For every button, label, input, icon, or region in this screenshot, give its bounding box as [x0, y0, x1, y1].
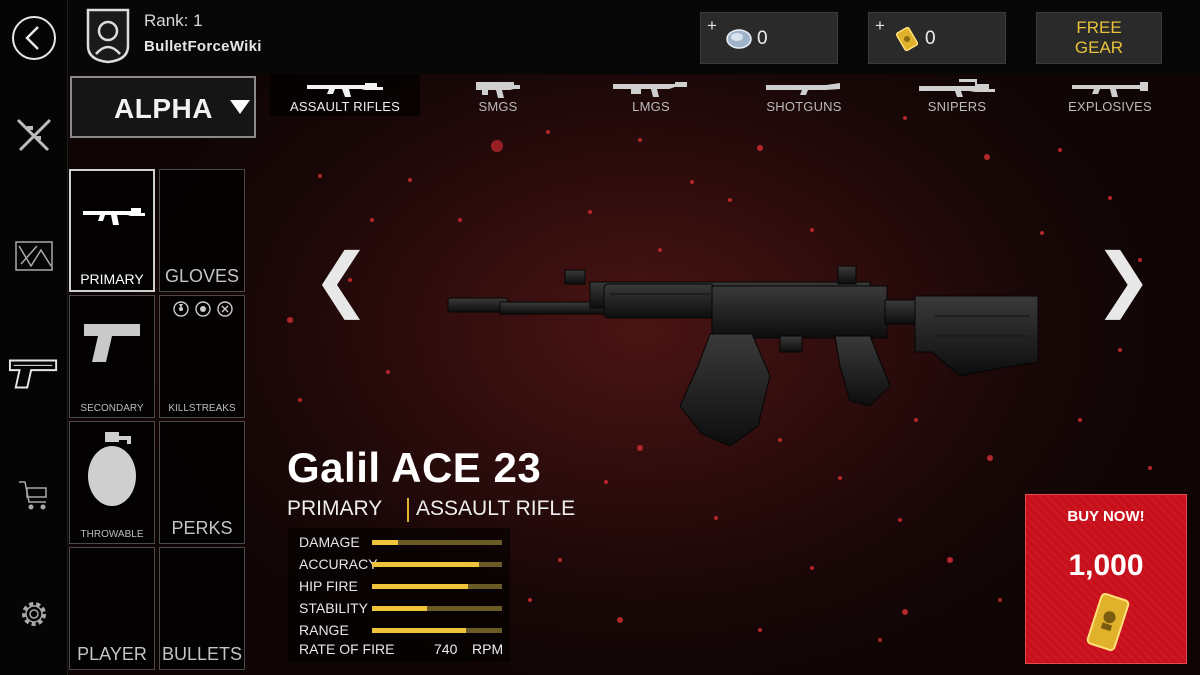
loadout-name: ALPHA — [114, 93, 213, 124]
weapon-category-tabs: ASSAULT RIFLES SMGS LMGS SHOTGUNS SNIPER… — [270, 74, 1200, 116]
add-credits-icon[interactable]: + — [707, 16, 717, 36]
stat-bar-fill — [372, 584, 469, 589]
slot-throwable[interactable]: THROWABLE — [69, 421, 155, 544]
stat-label: ACCURACY — [299, 556, 378, 572]
credits-display[interactable]: + 0 — [700, 12, 838, 64]
slot-label: THROWABLE — [80, 529, 144, 540]
gold-amount: 0 — [925, 28, 936, 49]
slot-label: PRIMARY — [80, 271, 144, 287]
pistol-icon[interactable] — [8, 348, 60, 400]
back-icon[interactable] — [8, 12, 60, 64]
buy-price: 1,000 — [1068, 549, 1144, 582]
rank-label: Rank: 1 — [144, 11, 203, 30]
tab-label: SHOTGUNS — [766, 99, 842, 114]
tab-label: SMGS — [478, 99, 518, 114]
stat-bar-fill — [372, 540, 398, 545]
assault-rifle-icon — [307, 83, 383, 97]
crossed-rifles-icon[interactable] — [8, 108, 60, 160]
grenade-icon — [88, 432, 136, 506]
stat-bar-fill — [372, 628, 466, 633]
tab-label: ASSAULT RIFLES — [290, 99, 400, 114]
slot-label: SECONDARY — [80, 403, 144, 414]
stat-label: RANGE — [299, 622, 349, 638]
free-gear-line1: FREE — [1076, 18, 1122, 37]
sidebar — [0, 0, 68, 675]
stat-bar — [372, 606, 502, 611]
gold-bar-icon — [895, 26, 919, 52]
rate-of-fire-unit: RPM — [472, 641, 504, 657]
slot-bullets[interactable]: BULLETS — [159, 547, 245, 670]
credits-icon — [726, 29, 752, 49]
slot-gloves[interactable]: GLOVES — [159, 169, 245, 292]
tab-label: LMGS — [632, 99, 670, 114]
lmg-icon — [613, 82, 687, 97]
username: BulletForceWiki — [144, 38, 262, 55]
map-icon[interactable] — [8, 230, 60, 282]
slot-player[interactable]: PLAYER — [69, 547, 155, 670]
loadout-dropdown[interactable]: ALPHA — [70, 76, 256, 138]
stat-label: STABILITY — [299, 600, 368, 616]
stat-bar — [372, 584, 502, 589]
stat-bar — [372, 540, 502, 545]
tab-label: EXPLOSIVES — [1068, 99, 1152, 114]
weapon-class: ASSAULT RIFLE — [416, 497, 576, 520]
gold-display[interactable]: + 0 — [868, 12, 1006, 64]
slot-secondary[interactable]: SECONDARY — [69, 295, 155, 418]
smg-icon — [476, 82, 520, 98]
slot-label: PERKS — [171, 518, 233, 538]
killstreak-icons — [173, 301, 233, 317]
free-gear-line2: GEAR — [1074, 38, 1124, 57]
launcher-icon — [1072, 82, 1148, 97]
slot-killstreaks[interactable]: KILLSTREAKS — [159, 295, 245, 418]
stat-bar — [372, 628, 502, 633]
tab-label: SNIPERS — [927, 99, 987, 114]
rank-badge-icon — [86, 8, 130, 64]
weapon-slot-type: PRIMARY — [287, 497, 383, 520]
tab-explosives[interactable]: EXPLOSIVES — [1035, 74, 1185, 116]
gear-icon[interactable] — [8, 588, 60, 640]
slot-primary[interactable]: PRIMARY — [69, 169, 155, 292]
tab-smgs[interactable]: SMGS — [423, 74, 573, 116]
next-weapon-button[interactable]: ❯ — [1094, 238, 1153, 320]
add-gold-icon[interactable]: + — [875, 16, 885, 36]
tab-snipers[interactable]: SNIPERS — [882, 74, 1032, 116]
cart-icon[interactable] — [8, 468, 60, 520]
stat-bar-fill — [372, 606, 427, 611]
tab-shotguns[interactable]: SHOTGUNS — [729, 74, 879, 116]
stat-label: DAMAGE — [299, 534, 360, 550]
weapon-render — [447, 265, 1039, 447]
tab-lmgs[interactable]: LMGS — [576, 74, 726, 116]
divider — [407, 498, 409, 522]
free-gear-button[interactable]: FREE GEAR — [1036, 12, 1162, 64]
rate-of-fire-value: 740 — [434, 641, 458, 657]
slot-label: KILLSTREAKS — [168, 403, 236, 414]
chevron-down-icon — [230, 100, 250, 114]
previous-weapon-button[interactable]: ❮ — [312, 238, 371, 320]
buy-now-button[interactable]: BUY NOW! 1,000 — [1025, 494, 1187, 664]
credits-amount: 0 — [757, 28, 768, 49]
slot-label: PLAYER — [77, 644, 147, 664]
stat-label: HIP FIRE — [299, 578, 358, 594]
top-bar: Rank: 1 BulletForceWiki + 0 + 0 FREE GEA… — [68, 0, 1200, 74]
slot-label: GLOVES — [164, 266, 240, 286]
weapon-stats-panel: DAMAGE ACCURACY HIP FIRE STABILITY RANGE… — [288, 528, 510, 662]
stat-bar-fill — [372, 562, 479, 567]
pistol-icon — [84, 324, 140, 362]
slot-label: BULLETS — [161, 644, 243, 664]
slot-perks[interactable]: PERKS — [159, 421, 245, 544]
sniper-rifle-icon — [919, 79, 995, 97]
weapon-name: Galil ACE 23 — [287, 444, 542, 491]
stat-bar — [372, 562, 502, 567]
shotgun-icon — [766, 83, 840, 95]
buy-title: BUY NOW! — [1067, 508, 1145, 525]
gold-bar-icon — [1086, 592, 1130, 652]
assault-rifle-icon — [83, 208, 145, 225]
tab-assault-rifles[interactable]: ASSAULT RIFLES — [270, 74, 420, 116]
stat-label: RATE OF FIRE — [299, 641, 395, 657]
